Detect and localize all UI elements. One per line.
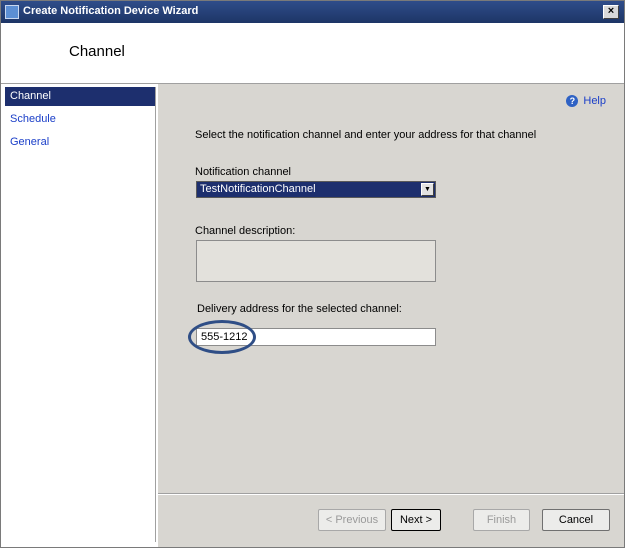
notification-channel-label: Notification channel (195, 166, 292, 178)
next-button[interactable]: Next > (391, 509, 441, 531)
instruction-text: Select the notification channel and ente… (195, 129, 537, 141)
channel-description-field (196, 240, 436, 282)
wizard-header: Channel (1, 23, 624, 84)
help-link[interactable]: ? Help (566, 95, 606, 107)
channel-description-label: Channel description: (195, 225, 296, 237)
wizard-window: Create Notification Device Wizard × Chan… (0, 0, 625, 548)
chevron-down-icon[interactable]: ▼ (421, 183, 434, 196)
notification-channel-dropdown[interactable]: TestNotificationChannel ▼ (196, 181, 436, 198)
finish-button[interactable]: Finish (473, 509, 530, 531)
sidebar-item-channel[interactable]: Channel (5, 87, 155, 106)
close-button[interactable]: × (603, 5, 619, 19)
help-icon: ? (566, 95, 579, 107)
sidebar-item-schedule[interactable]: Schedule (5, 110, 155, 129)
close-icon: × (607, 5, 615, 17)
sidebar-item-general[interactable]: General (5, 133, 155, 152)
wizard-content: ? Help Select the notification channel a… (158, 84, 624, 547)
cancel-button[interactable]: Cancel (542, 509, 610, 531)
footer-divider (158, 493, 624, 495)
wizard-sidebar: Channel Schedule General (5, 87, 156, 542)
highlight-ellipse (188, 320, 256, 354)
title-bar[interactable]: Create Notification Device Wizard × (1, 1, 624, 23)
page-title: Channel (69, 43, 125, 60)
delivery-address-label: Delivery address for the selected channe… (197, 303, 402, 315)
app-icon (5, 5, 19, 19)
window-title: Create Notification Device Wizard (23, 5, 199, 17)
notification-channel-value: TestNotificationChannel (200, 183, 316, 195)
previous-button[interactable]: < Previous (318, 509, 386, 531)
help-label: Help (583, 95, 606, 107)
